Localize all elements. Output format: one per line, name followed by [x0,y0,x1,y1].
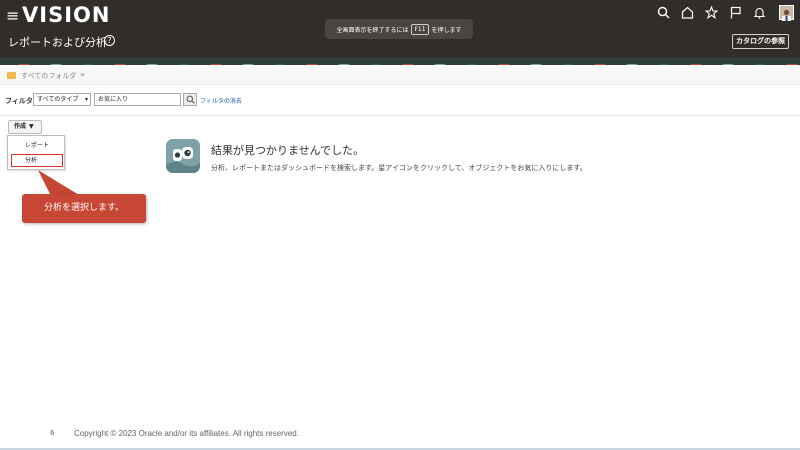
band-pattern-shape [786,63,798,65]
band-pattern-shape [722,63,734,65]
fullscreen-hint: 全画面表示を終了するには F11 を押します [325,19,473,39]
band-pattern-shape [210,63,222,65]
home-icon[interactable] [680,5,694,19]
type-select-value: すべてのタイプ [37,96,79,103]
breadcrumb: すべてのフォルダ » [0,67,800,85]
fullscreen-hint-suffix: を押します [431,26,462,34]
browse-catalog-button[interactable]: カタログの参照 [732,34,789,49]
empty-state-description: 分析、レポートまたはダッシュボードを検索します。星アイコンをクリックして、オブジ… [211,164,587,172]
band-pattern-shape [178,63,190,65]
breadcrumb-all-folders[interactable]: すべてのフォルダ [21,71,76,81]
page: ≡ VISION 全画面表示を終了するには F11 を押します レポートおよび分… [0,0,800,450]
folder-icon [7,72,16,79]
band-pattern-shape [530,63,542,65]
create-button-label: 作成 [14,123,27,130]
band-pattern-shape [18,63,30,65]
band-pattern-shape [242,63,254,65]
menu-item-analysis[interactable]: 分析 [11,154,63,167]
band-pattern-shape [114,63,126,65]
copyright-text: Copyright © 2023 Oracle and/or its affil… [74,429,299,438]
flag-icon[interactable] [728,5,742,19]
band-pattern-shape [626,63,638,65]
fullscreen-hint-key: F11 [411,23,429,35]
user-avatar[interactable] [779,5,794,21]
top-header: ≡ VISION 全画面表示を終了するには F11 を押します レポートおよび分… [0,0,800,57]
favorites-search-value: お気に入り [98,96,129,103]
bell-icon[interactable] [752,5,766,19]
band-pattern-shape [690,63,702,65]
page-title: レポートおよび分析 [8,36,107,49]
clear-filter-link[interactable]: フィルタの消去 [200,96,242,105]
filter-search-button[interactable] [183,93,197,106]
band-pattern-shape [146,63,158,65]
header-icons [656,5,766,19]
empty-state-title: 結果が見つかりませんでした。 [211,144,365,157]
breadcrumb-separator: » [80,70,85,79]
create-menu: レポート 分析 [7,135,65,170]
favorites-search-input[interactable]: お気に入り [94,93,181,106]
magnifier-icon [186,95,195,104]
band-pattern-shape [50,63,62,65]
band-pattern-shape [498,63,510,65]
filter-label: フィルタ [5,97,33,105]
hamburger-menu-icon[interactable]: ≡ [6,8,19,24]
band-pattern-shape [338,63,350,65]
decorative-pattern-band [0,57,800,65]
band-pattern-shape [82,63,94,65]
band-pattern-shape [594,63,606,65]
divider [0,115,800,116]
type-select[interactable]: すべてのタイプ ▾ [33,93,91,106]
fullscreen-hint-prefix: 全画面表示を終了するには [336,26,409,34]
menu-item-report[interactable]: レポート [11,139,63,152]
band-pattern-shape [658,63,670,65]
band-pattern-shape [306,63,318,65]
band-pattern-shape [754,63,766,65]
star-icon[interactable] [704,5,718,19]
help-icon[interactable]: ? [104,35,115,46]
band-pattern-shape [402,63,414,65]
create-button[interactable]: 作成 ▼ [8,120,42,134]
band-pattern-shape [434,63,446,65]
search-icon[interactable] [656,5,670,19]
binoculars-icon [166,139,200,173]
page-number: 6 [50,429,55,437]
band-pattern-shape [274,63,286,65]
caret-down-icon: ▼ [29,123,34,130]
band-pattern-shape [370,63,382,65]
chevron-down-icon: ▾ [84,96,88,103]
brand-logo[interactable]: VISION [22,3,110,27]
band-pattern-shape [562,63,574,65]
instruction-callout: 分析を選択します。 [22,194,146,223]
band-pattern-shape [466,63,478,65]
